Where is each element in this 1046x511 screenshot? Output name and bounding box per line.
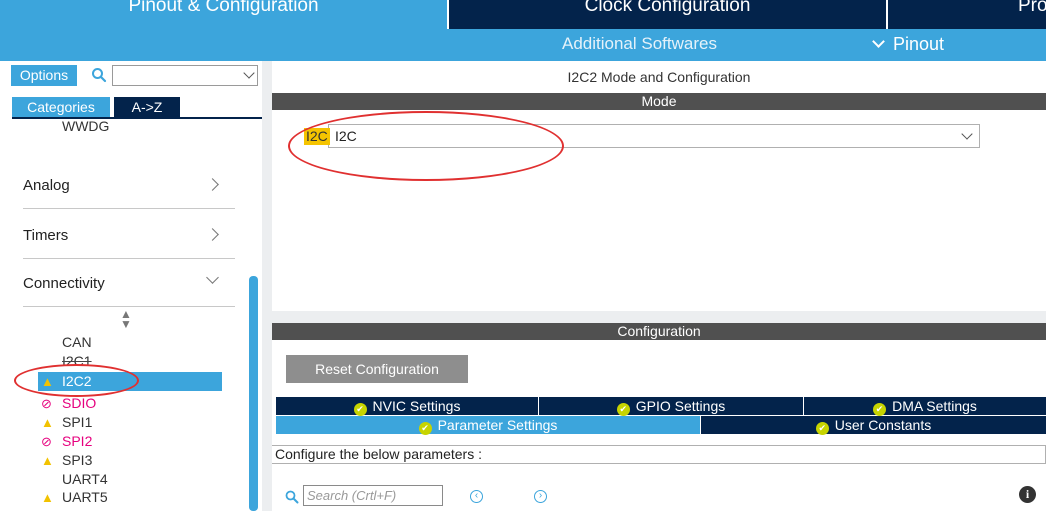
group-timers[interactable]: Timers [23,213,235,259]
chevron-down-icon [206,271,219,284]
select-value: I2C [335,128,357,144]
tab-label: DMA Settings [892,398,977,414]
check-icon: ✔ [418,422,432,435]
group-label: Analog [23,177,70,194]
tab-gpio-settings[interactable]: ✔ GPIO Settings [539,397,803,416]
tab-label: Parameter Settings [437,417,558,433]
warning-icon: ▲ [41,415,54,430]
sort-icon[interactable]: ▲ ▼ [120,308,132,330]
tab-project-manager[interactable]: Pro [888,0,1046,29]
tab-dma-settings[interactable]: ✔ DMA Settings [804,397,1046,416]
i2c-mode-select[interactable]: I2C [328,124,980,148]
warning-icon: ▲ [41,490,54,505]
list-item-i2c1[interactable]: I2C1 [38,352,222,371]
peripheral-label: UART5 [62,489,108,505]
check-icon: ✔ [616,403,630,416]
check-icon: ✔ [353,403,367,416]
list-item-uart4[interactable]: UART4 [38,470,222,489]
previous-result-icon[interactable]: ‹ [470,490,483,503]
sub-menu-bar: Additional Softwares Pinout [0,29,1046,61]
list-item-sdio[interactable]: ⊘ SDIO [38,394,222,413]
az-tab[interactable]: A->Z [114,97,180,117]
disabled-icon: ⊘ [41,434,52,449]
next-result-icon[interactable]: › [534,490,547,503]
list-item-wwdg[interactable]: WWDG [62,118,109,134]
list-item-uart5[interactable]: ▲ UART5 [38,488,222,507]
list-item-spi2[interactable]: ⊘ SPI2 [38,432,222,451]
tab-user-constants[interactable]: ✔ User Constants [701,416,1046,435]
peripheral-label: SPI1 [62,414,93,430]
list-item-spi1[interactable]: ▲ SPI1 [38,413,222,432]
chevron-down-icon[interactable] [961,128,973,140]
chevron-right-icon [206,178,219,191]
mode-configuration-panel: I2C2 Mode and Configuration Mode I2C I2C… [272,61,1046,511]
pinout-menu[interactable]: Pinout [872,29,945,61]
list-item-i2c2[interactable]: ▲ I2C2 [38,372,222,391]
categories-panel: Options Categories A->Z WWDG Analog Time… [0,61,262,511]
group-analog[interactable]: Analog [23,163,235,209]
panel-splitter[interactable] [262,61,272,511]
chevron-right-icon [206,228,219,241]
parameter-search-input[interactable]: Search (Crtl+F) [303,485,443,506]
disabled-icon: ⊘ [41,396,52,411]
peripheral-label: SDIO [62,395,97,411]
peripheral-label: CAN [62,334,92,350]
check-icon: ✔ [873,403,887,416]
section-splitter[interactable] [272,311,1046,323]
info-icon[interactable]: i [1019,486,1036,503]
group-label: Timers [23,227,69,244]
scrollbar[interactable] [249,276,258,511]
configure-parameters-text: Configure the below parameters : [272,445,1046,464]
tab-label: NVIC Settings [372,398,461,414]
configuration-section-header: Configuration [272,323,1046,340]
pinout-menu-label: Pinout [893,34,945,54]
peripheral-label: SPI2 [62,433,93,449]
additional-softwares-menu[interactable]: Additional Softwares [562,29,717,61]
settings-tabs-row-2: ✔ Parameter Settings ✔ User Constants [276,416,1046,435]
search-icon[interactable] [91,67,107,83]
peripheral-label: I2C2 [62,373,92,389]
tab-underline [12,117,262,119]
i2c-label-badge: I2C [304,128,330,145]
reset-configuration-button[interactable]: Reset Configuration [286,355,468,383]
tab-pinout-configuration[interactable]: Pinout & Configuration [0,0,447,29]
list-item-can[interactable]: CAN [38,333,222,352]
category-search-input[interactable] [112,65,258,86]
tab-parameter-settings[interactable]: ✔ Parameter Settings [276,416,700,435]
categories-tab[interactable]: Categories [12,97,110,117]
mode-section-header: Mode [272,93,1046,110]
tab-label: User Constants [834,417,932,433]
chevron-down-icon[interactable] [243,67,255,79]
group-label: Connectivity [23,275,105,292]
check-icon: ✔ [815,422,829,435]
peripheral-label: I2C1 [62,353,92,369]
list-item-spi3[interactable]: ▲ SPI3 [38,451,222,470]
top-tab-bar: Pinout & Configuration Clock Configurati… [0,0,1046,29]
options-button[interactable]: Options [11,65,77,86]
peripheral-label: SPI3 [62,452,93,468]
tab-clock-configuration[interactable]: Clock Configuration [449,0,886,29]
group-connectivity[interactable]: Connectivity [23,261,235,307]
warning-icon: ▲ [41,374,54,389]
warning-icon: ▲ [41,453,54,468]
search-icon [285,490,299,504]
chevron-down-icon [872,35,885,48]
settings-tabs-row-1: ✔ NVIC Settings ✔ GPIO Settings ✔ DMA Setti… [276,397,1046,416]
tab-nvic-settings[interactable]: ✔ NVIC Settings [276,397,538,416]
peripheral-label: UART4 [62,471,108,487]
panel-title: I2C2 Mode and Configuration [567,69,751,85]
tab-label: GPIO Settings [635,398,726,414]
